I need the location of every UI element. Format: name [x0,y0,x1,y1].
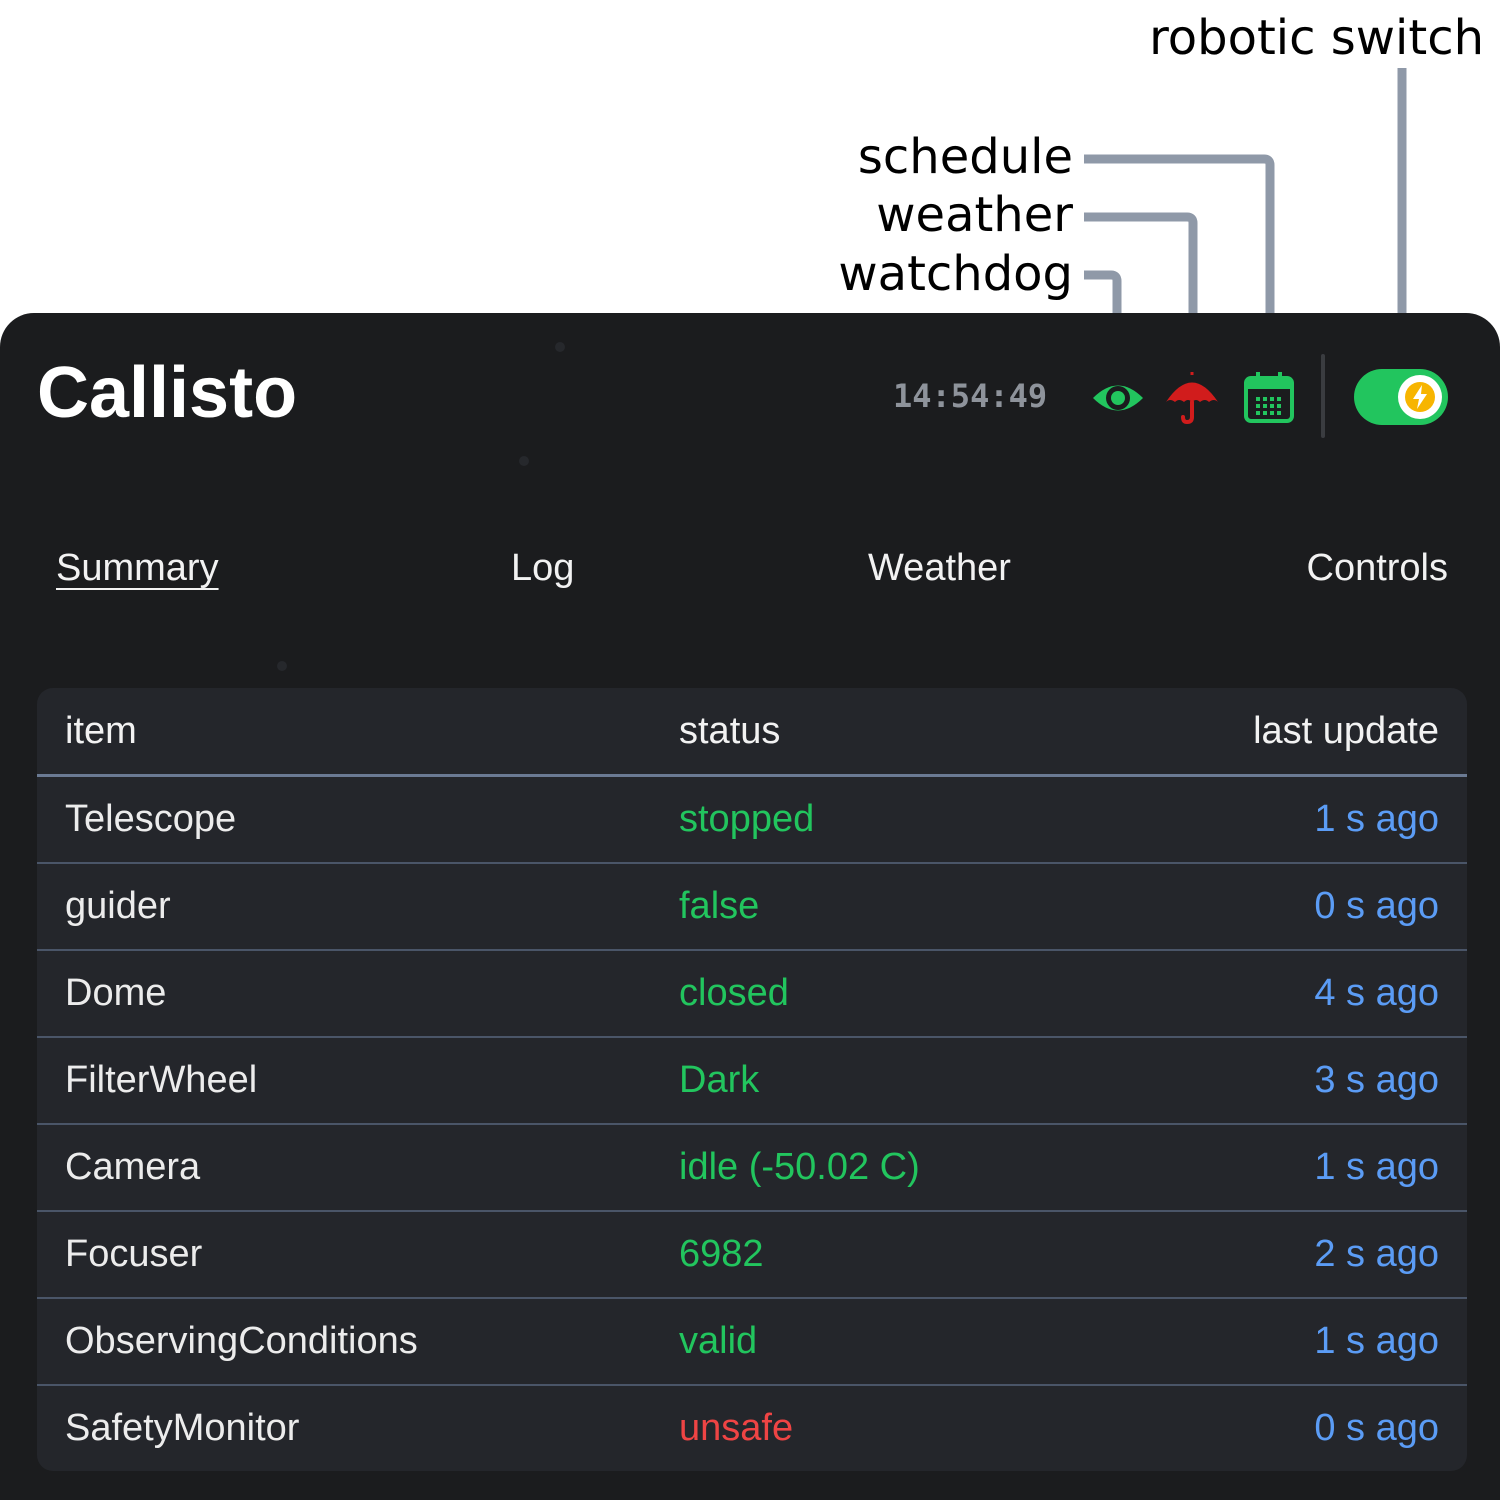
callout-weather: weather [876,187,1073,243]
column-header-last-update: last update [1253,710,1439,752]
tab-weather[interactable]: Weather [868,543,1011,593]
table-row[interactable]: Focuser 6982 2 s ago [37,1211,1467,1299]
callout-watchdog: watchdog [838,246,1073,302]
stage: robotic switch schedule weather watchdog… [0,0,1500,1500]
table-row[interactable]: Dome closed 4 s ago [37,950,1467,1038]
column-header-item: item [65,710,137,752]
last-update-cell: 2 s ago [1314,1233,1439,1275]
item-cell: SafetyMonitor [65,1407,300,1449]
last-update-cell: 0 s ago [1314,1407,1439,1449]
toggle-knob [1398,375,1442,419]
status-cell: idle (-50.02 C) [679,1146,920,1188]
item-cell: guider [65,885,171,927]
status-cell: unsafe [679,1407,794,1449]
last-update-cell: 0 s ago [1314,885,1439,927]
item-cell: FilterWheel [65,1059,258,1101]
item-cell: Telescope [65,798,237,840]
clock: 14:54:49 [893,377,1048,415]
item-cell: ObservingConditions [65,1320,418,1362]
status-cell: 6982 [679,1233,764,1275]
callout-schedule: schedule [857,129,1073,185]
last-update-cell: 3 s ago [1314,1059,1439,1101]
callout-robotic-switch: robotic switch [1149,10,1484,66]
tab-summary[interactable]: Summary [56,543,219,593]
summary-table: item status last update Telescope stoppe… [37,688,1467,1471]
speck [555,342,565,352]
header-divider [1321,354,1325,438]
umbrella-icon[interactable] [1163,369,1221,427]
status-cell: stopped [679,798,815,840]
last-update-cell: 4 s ago [1314,972,1439,1014]
table-row[interactable]: SafetyMonitor unsafe 0 s ago [37,1385,1467,1471]
tab-log[interactable]: Log [511,543,574,593]
table-row[interactable]: Telescope stopped 1 s ago [37,776,1467,864]
item-cell: Camera [65,1146,201,1188]
table-row[interactable]: FilterWheel Dark 3 s ago [37,1037,1467,1125]
status-cell: valid [679,1320,758,1362]
last-update-cell: 1 s ago [1314,1320,1439,1362]
last-update-cell: 1 s ago [1314,798,1439,840]
calendar-icon[interactable] [1240,369,1298,427]
status-cell: false [679,885,760,927]
speck [519,456,529,466]
speck [277,661,287,671]
status-cell: Dark [679,1059,760,1101]
app-panel: Callisto 14:54:49 Summary Log Weather Co… [0,313,1500,1500]
item-cell: Dome [65,972,167,1014]
robotic-switch-toggle[interactable] [1354,369,1448,425]
page-title: Callisto [37,353,298,433]
last-update-cell: 1 s ago [1314,1146,1439,1188]
item-cell: Focuser [65,1233,203,1275]
table-row[interactable]: Camera idle (-50.02 C) 1 s ago [37,1124,1467,1212]
tab-bar: Summary Log Weather Controls [0,543,1500,603]
bolt-icon [1405,382,1435,412]
table-header-row: item status last update [37,688,1467,777]
table-row[interactable]: ObservingConditions valid 1 s ago [37,1298,1467,1386]
status-cell: closed [679,972,789,1014]
column-header-status: status [679,710,781,752]
eye-icon[interactable] [1089,369,1147,427]
tab-controls[interactable]: Controls [1307,543,1449,593]
table-row[interactable]: guider false 0 s ago [37,863,1467,951]
